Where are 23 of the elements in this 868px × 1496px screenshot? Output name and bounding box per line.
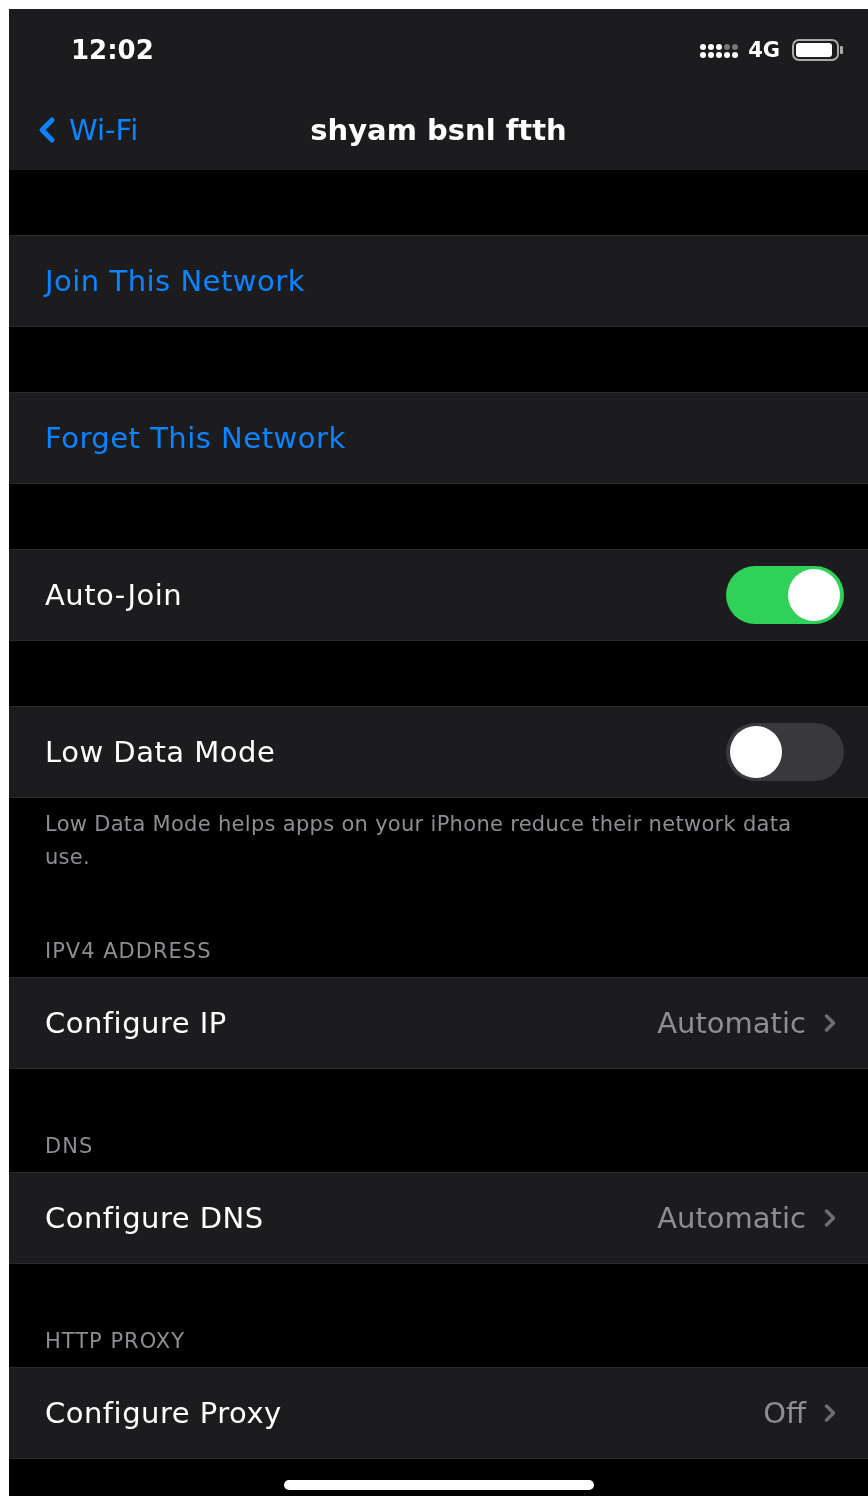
row-value: Automatic	[657, 1201, 806, 1235]
detail-row[interactable]: Configure IP Automatic	[9, 977, 868, 1069]
section-header: HTTP PROXY	[45, 1329, 186, 1353]
row-label: Low Data Mode	[45, 735, 277, 769]
action-row[interactable]: Join This Network	[9, 235, 868, 327]
row-label: Auto-Join	[45, 578, 184, 612]
detail-row[interactable]: Configure DNS Automatic	[9, 1172, 868, 1264]
toggle-switch[interactable]	[726, 566, 844, 624]
battery-icon	[792, 38, 844, 61]
action-row[interactable]: Forget This Network	[9, 392, 868, 484]
nav-title: shyam bsnl ftth	[310, 113, 567, 147]
section-header: IPV4 ADDRESS	[45, 939, 212, 963]
status-time: 12:02	[71, 34, 155, 65]
back-button[interactable]: Wi-Fi	[27, 110, 139, 150]
row-label: Configure Proxy	[45, 1396, 283, 1430]
row-label: Configure IP	[45, 1006, 228, 1040]
network-type: 4G	[748, 37, 780, 62]
row-value: Off	[763, 1396, 806, 1430]
row-label: Configure DNS	[45, 1201, 265, 1235]
detail-row[interactable]: Configure Proxy Off	[9, 1367, 868, 1459]
row-value: Automatic	[657, 1006, 806, 1040]
section-header: DNS	[45, 1134, 94, 1158]
section-footer: Low Data Mode helps apps on your iPhone reduce their network data use.	[9, 798, 868, 874]
